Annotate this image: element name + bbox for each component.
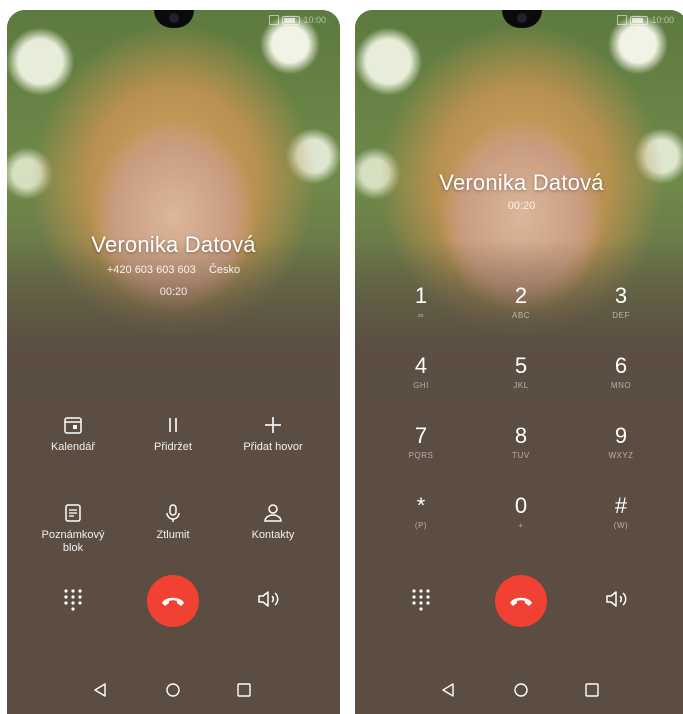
- dial-key-letters: (W): [613, 521, 629, 530]
- call-duration: 00:20: [507, 200, 536, 212]
- back-triangle-icon[interactable]: [441, 682, 455, 698]
- caller-info: Veronika Datová 00:20: [355, 170, 683, 212]
- notepad-button[interactable]: Poznámkový blok: [23, 503, 123, 555]
- signal-icon: [269, 15, 280, 25]
- voicemail-icon: ∞: [417, 311, 425, 320]
- add-call-label: Přidat hovor: [243, 441, 303, 453]
- end-call-icon: [162, 597, 184, 606]
- dial-key-letters: ABC: [512, 311, 530, 320]
- pause-icon: [169, 418, 177, 432]
- dial-key-6[interactable]: 6 MNO: [581, 353, 661, 390]
- dial-key-4[interactable]: 4 GHI: [381, 353, 461, 390]
- dial-key-letters: PQRS: [408, 451, 434, 460]
- navigation-bar: [7, 670, 340, 714]
- battery-icon: [282, 15, 301, 25]
- in-call-screen: 10:00 Veronika Datová +420 603 603 603 Č…: [7, 10, 340, 714]
- mute-label: Ztlumit: [156, 529, 190, 541]
- dial-key-letters: DEF: [612, 311, 630, 320]
- navigation-bar: [355, 670, 683, 714]
- dial-key-digit: 4: [414, 353, 428, 378]
- microphone-icon: [166, 504, 180, 522]
- call-duration: 00:20: [159, 286, 188, 298]
- notepad-icon: [65, 504, 81, 522]
- dial-key-digit: 9: [614, 423, 628, 448]
- contacts-label: Kontakty: [251, 529, 295, 541]
- speaker-button[interactable]: [257, 589, 281, 614]
- calendar-label: Kalendář: [50, 441, 96, 453]
- dial-key-star[interactable]: * (P): [381, 493, 461, 530]
- dial-key-7[interactable]: 7 PQRS: [381, 423, 461, 460]
- keypad-icon: [64, 589, 82, 611]
- dial-key-letters: (P): [414, 521, 428, 530]
- dial-key-0[interactable]: 0 +: [481, 493, 561, 530]
- dial-key-digit: 3: [614, 283, 628, 308]
- home-circle-icon[interactable]: [165, 682, 181, 698]
- plus-icon: [265, 417, 281, 433]
- dial-key-letters: WXYZ: [608, 451, 634, 460]
- dial-key-1[interactable]: 1 ∞: [381, 283, 461, 320]
- dial-key-digit: 0: [514, 493, 528, 518]
- person-icon: [264, 504, 282, 522]
- call-controls: [355, 575, 683, 627]
- notepad-label: Poznámkový blok: [41, 529, 105, 554]
- end-call-icon: [510, 597, 532, 606]
- hold-label: Přidržet: [154, 441, 192, 453]
- dial-key-letters: TUV: [512, 451, 530, 460]
- dialpad-screen: 10:00 Veronika Datová 00:20 1 ∞ 2 ABC 3 …: [355, 10, 683, 714]
- recents-square-icon[interactable]: [584, 682, 600, 698]
- dial-key-8[interactable]: 8 TUV: [481, 423, 561, 460]
- call-controls: [7, 575, 340, 627]
- home-circle-icon[interactable]: [513, 682, 529, 698]
- dial-key-digit: 7: [414, 423, 428, 448]
- caller-name: Veronika Datová: [439, 170, 604, 195]
- contacts-button[interactable]: Kontakty: [223, 503, 323, 542]
- hold-button[interactable]: Přidržet: [123, 415, 223, 454]
- dial-key-digit: 8: [514, 423, 528, 448]
- keypad-button[interactable]: [63, 588, 83, 617]
- speaker-icon: [258, 591, 279, 607]
- caller-name: Veronika Datová: [91, 232, 256, 257]
- caller-details: +420 603 603 603 Česko: [7, 264, 340, 276]
- end-call-button[interactable]: [495, 575, 547, 627]
- dial-key-letters: JKL: [513, 381, 529, 390]
- speaker-button[interactable]: [605, 589, 629, 614]
- end-call-button[interactable]: [147, 575, 199, 627]
- caller-location: Česko: [208, 264, 241, 276]
- dial-key-3[interactable]: 3 DEF: [581, 283, 661, 320]
- dial-key-digit: 5: [514, 353, 528, 378]
- add-call-button[interactable]: Přidat hovor: [223, 415, 323, 454]
- calendar-button[interactable]: Kalendář: [23, 415, 123, 454]
- dial-key-digit: #: [614, 493, 628, 518]
- keypad-button[interactable]: [411, 588, 431, 617]
- status-time: 10:00: [651, 15, 674, 25]
- status-time: 10:00: [303, 15, 326, 25]
- caller-info: Veronika Datová +420 603 603 603 Česko 0…: [7, 232, 340, 298]
- recents-square-icon[interactable]: [236, 682, 252, 698]
- keypad-icon: [412, 589, 430, 611]
- dial-key-letters: +: [518, 521, 524, 530]
- battery-icon: [630, 15, 649, 25]
- dial-key-letters: GHI: [413, 381, 429, 390]
- dial-key-hash[interactable]: # (W): [581, 493, 661, 530]
- dial-key-digit: 6: [614, 353, 628, 378]
- dial-key-digit: *: [416, 493, 426, 518]
- signal-icon: [617, 15, 628, 25]
- dial-key-9[interactable]: 9 WXYZ: [581, 423, 661, 460]
- calendar-icon: [64, 417, 82, 434]
- back-triangle-icon[interactable]: [93, 682, 107, 698]
- dial-key-letters: MNO: [610, 381, 632, 390]
- mute-button[interactable]: Ztlumit: [123, 503, 223, 542]
- caller-number: +420 603 603 603: [106, 264, 196, 276]
- speaker-icon: [606, 591, 627, 607]
- dial-key-digit: 1: [414, 283, 428, 308]
- dial-key-digit: 2: [514, 283, 528, 308]
- dial-key-2[interactable]: 2 ABC: [481, 283, 561, 320]
- dial-key-5[interactable]: 5 JKL: [481, 353, 561, 390]
